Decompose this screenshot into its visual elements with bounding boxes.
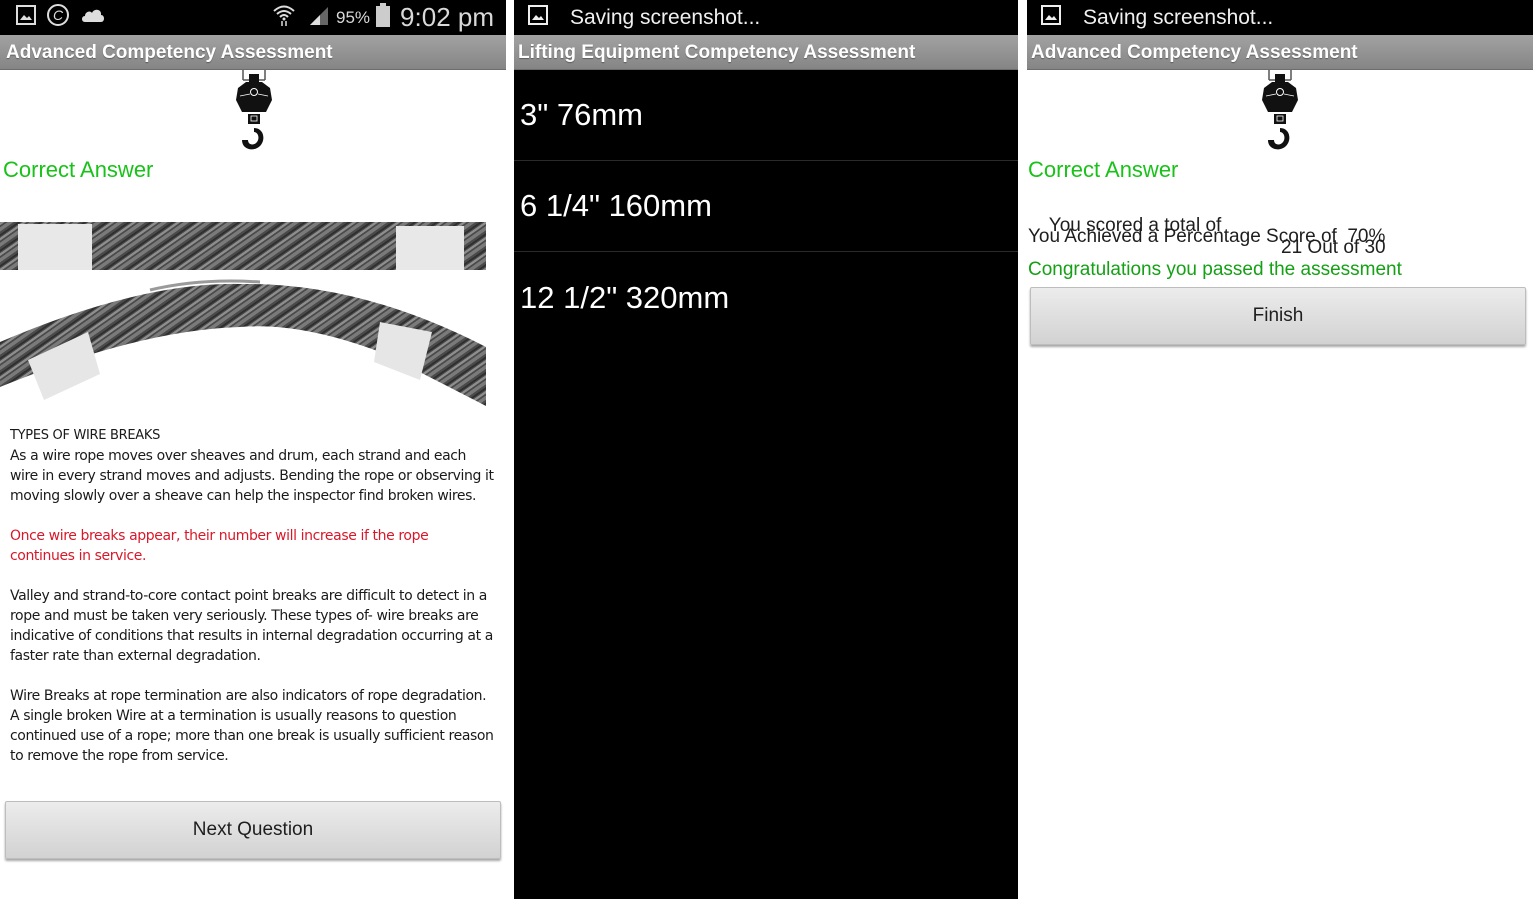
gallery-icon	[1041, 5, 1061, 30]
crane-hook-icon	[232, 70, 276, 152]
status-bar: C 95% 9:02 pm	[0, 0, 506, 35]
wifi-icon	[272, 3, 296, 32]
finish-button[interactable]: Finish	[1030, 287, 1526, 345]
assessment-result-screen: Saving screenshot... Advanced Competency…	[1027, 0, 1533, 900]
battery-icon	[376, 3, 391, 32]
article-paragraph: As a wire rope moves over sheaves and dr…	[10, 448, 494, 504]
answer-option[interactable]: 12 1/2" 320mm	[514, 252, 1018, 343]
next-question-button[interactable]: Next Question	[5, 801, 501, 859]
notification-text: Saving screenshot...	[570, 5, 761, 29]
status-bar: Saving screenshot...	[514, 0, 1018, 35]
gallery-icon	[16, 5, 36, 30]
crane-hook-icon	[1258, 70, 1302, 152]
result-label: Correct Answer	[1028, 157, 1179, 182]
status-bar: Saving screenshot...	[1027, 0, 1533, 35]
result-label: Correct Answer	[3, 157, 154, 182]
pass-message: Congratulations you passed the assessmen…	[1028, 259, 1402, 280]
copyright-icon: C	[46, 3, 70, 32]
answer-options-screen: Saving screenshot... Lifting Equipment C…	[514, 0, 1018, 899]
answer-option[interactable]: 6 1/4" 160mm	[514, 161, 1018, 252]
article-paragraph: Wire Breaks at rope termination are also…	[10, 688, 494, 764]
battery-percent: 95%	[336, 7, 371, 27]
gallery-icon	[528, 5, 548, 30]
notification-text: Saving screenshot...	[1083, 5, 1274, 29]
signal-icon	[308, 4, 330, 31]
percentage-line: You Achieved a Percentage Score of 70%	[1028, 226, 1386, 247]
app-title-bar: Lifting Equipment Competency Assessment	[514, 35, 1018, 70]
clock: 9:02 pm	[400, 2, 494, 32]
article-warning: Once wire breaks appear, their number wi…	[10, 528, 429, 564]
article-paragraph: Valley and strand-to-core contact point …	[10, 588, 493, 664]
article-heading: TYPES OF WIRE BREAKS	[10, 428, 161, 443]
app-title-bar: Advanced Competency Assessment	[1027, 35, 1533, 70]
answer-option[interactable]: 3" 76mm	[514, 70, 1018, 161]
explanation-article: TYPES OF WIRE BREAKS As a wire rope move…	[10, 426, 494, 786]
svg-text:C: C	[53, 7, 64, 23]
cloud-icon	[80, 6, 106, 29]
question-feedback-screen: C 95% 9:02 pm Advanced Competency Assess…	[0, 0, 506, 900]
app-title-bar: Advanced Competency Assessment	[0, 35, 506, 70]
wire-rope-breaks-photo	[0, 212, 488, 406]
